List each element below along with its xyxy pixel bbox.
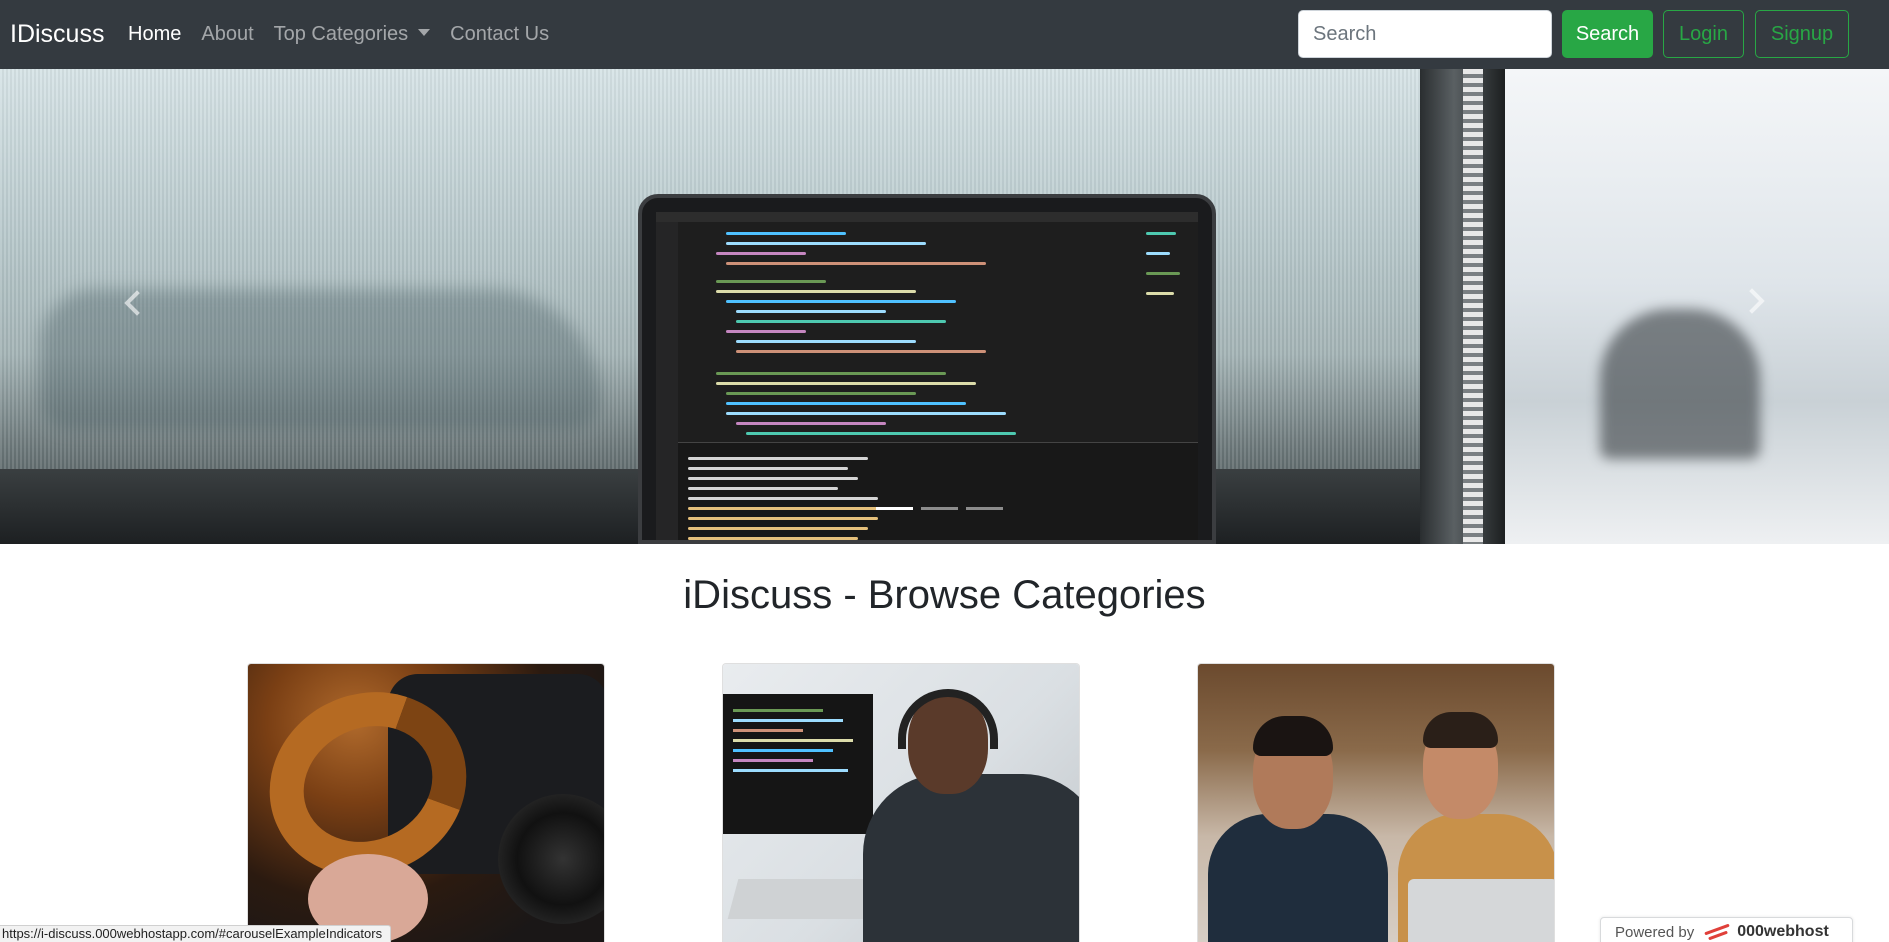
laptop-screen — [656, 212, 1198, 540]
category-card-python[interactable] — [247, 663, 605, 942]
carousel-prev-button[interactable] — [0, 69, 260, 544]
nav-links: Home About Top Categories Contact Us — [118, 0, 559, 69]
person-body-shape — [1208, 814, 1388, 942]
editor-tab-bar — [656, 212, 1198, 222]
laptop-image — [638, 194, 1216, 544]
code-line — [726, 232, 846, 235]
laptop-shape — [1408, 879, 1554, 942]
category-card-coding[interactable] — [722, 663, 1080, 942]
page-title: iDiscuss - Browse Categories — [683, 573, 1206, 617]
code-line — [736, 320, 946, 323]
carousel-indicator-3[interactable] — [966, 507, 1003, 510]
category-card-image — [248, 664, 604, 942]
search-button[interactable]: Search — [1562, 10, 1653, 58]
monitor-code-line — [733, 709, 823, 712]
person-body-shape — [863, 774, 1079, 942]
code-line — [716, 382, 976, 385]
headphones-shape — [898, 689, 998, 749]
code-line — [736, 340, 916, 343]
code-line — [716, 290, 916, 293]
person-hair-shape — [1423, 712, 1498, 748]
terminal-line — [688, 517, 878, 520]
window-chain — [1463, 69, 1483, 544]
terminal-line — [688, 537, 858, 540]
terminal-line — [688, 507, 888, 510]
code-line — [736, 310, 886, 313]
code-line — [726, 392, 916, 395]
code-line — [726, 300, 956, 303]
carousel-indicators — [876, 507, 1003, 510]
code-line — [716, 372, 946, 375]
minimap-line — [1146, 292, 1174, 295]
monitor-code-line — [733, 719, 843, 722]
code-line — [716, 252, 806, 255]
terminal-line — [688, 527, 868, 530]
code-line — [736, 350, 986, 353]
category-card-image — [1198, 664, 1554, 942]
terminal-line — [688, 457, 868, 460]
search-input[interactable] — [1298, 10, 1552, 58]
powered-by-badge[interactable]: Powered by 000webhost — [1600, 917, 1853, 942]
code-line — [726, 262, 986, 265]
terminal-line — [688, 477, 858, 480]
powered-by-brand: 000webhost — [1737, 923, 1829, 940]
minimap-line — [1146, 252, 1170, 255]
monitor-code-line — [733, 749, 833, 752]
minimap-line — [1146, 272, 1180, 275]
signup-button[interactable]: Signup — [1755, 10, 1849, 58]
carousel-indicator-2[interactable] — [921, 507, 958, 510]
code-line — [726, 412, 1006, 415]
minimap-line — [1146, 232, 1176, 235]
caret-down-icon — [418, 29, 431, 37]
monitor-shape — [723, 694, 873, 834]
editor-terminal — [678, 442, 1198, 540]
carousel-indicator-1[interactable] — [876, 507, 913, 510]
carousel — [0, 69, 1889, 544]
code-line — [736, 422, 886, 425]
nav-about-link[interactable]: About — [191, 23, 263, 46]
code-line — [726, 330, 806, 333]
carousel-next-button[interactable] — [1629, 69, 1889, 544]
navbar: IDiscuss Home About Top Categories Conta… — [0, 0, 1889, 69]
code-line — [716, 280, 826, 283]
terminal-line — [688, 497, 878, 500]
nav-top-categories-dropdown[interactable]: Top Categories — [264, 23, 441, 46]
terminal-line — [688, 487, 838, 490]
login-button[interactable]: Login — [1663, 10, 1744, 58]
code-line — [726, 242, 926, 245]
monitor-code-line — [733, 739, 853, 742]
nav-contact-link[interactable]: Contact Us — [440, 23, 559, 46]
code-line — [746, 432, 1016, 435]
brand-logo[interactable]: IDiscuss — [10, 0, 104, 69]
person-hair-shape — [1253, 716, 1333, 756]
chevron-left-icon — [124, 290, 150, 316]
chevron-right-icon — [1739, 288, 1765, 314]
monitor-code-line — [733, 729, 803, 732]
category-card-image — [723, 664, 1079, 942]
nav-home-link[interactable]: Home — [118, 23, 191, 46]
browser-status-url: https://i-discuss.000webhostapp.com/#car… — [0, 925, 392, 942]
powered-by-label: Powered by — [1615, 923, 1695, 941]
terminal-line — [688, 467, 848, 470]
monitor-code-line — [733, 759, 813, 762]
editor-sidebar — [656, 222, 678, 540]
code-line — [726, 402, 966, 405]
000webhost-logo-icon — [1704, 923, 1734, 941]
category-card-team[interactable] — [1197, 663, 1555, 942]
monitor-code-line — [733, 769, 848, 772]
nav-top-categories-label: Top Categories — [273, 23, 409, 45]
